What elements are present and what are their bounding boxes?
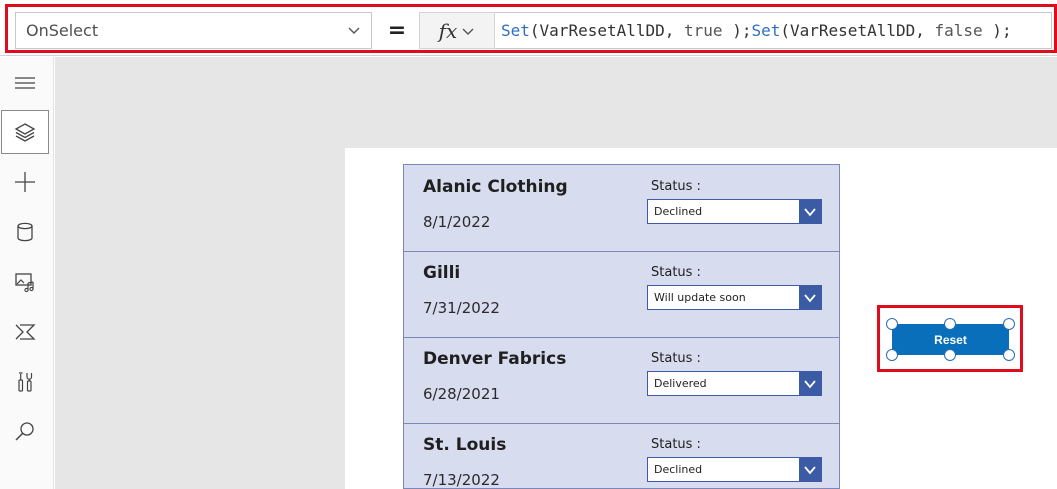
status-dropdown[interactable]: Declined — [647, 457, 822, 482]
resize-handle-top-left[interactable] — [886, 318, 898, 330]
formula-highlight-box — [5, 4, 1057, 53]
power-automate-icon — [15, 324, 36, 340]
status-dropdown[interactable]: Declined — [647, 199, 822, 224]
layers-icon — [14, 123, 36, 142]
gallery-row-title: Denver Fabrics — [423, 349, 567, 369]
data-button[interactable] — [0, 210, 50, 254]
chevron-down-icon — [804, 465, 816, 474]
dropdown-toggle[interactable] — [799, 200, 821, 223]
status-dropdown-value: Declined — [654, 205, 703, 218]
resize-handle-bottom-right[interactable] — [1003, 349, 1015, 361]
gallery-row-date: 7/31/2022 — [423, 299, 500, 317]
insert-button[interactable] — [0, 160, 50, 204]
gallery-row-title: Gilli — [423, 263, 461, 283]
search-button[interactable] — [0, 410, 50, 454]
resize-handle-top-right[interactable] — [1003, 318, 1015, 330]
database-icon — [17, 222, 33, 242]
hamburger-menu-icon — [15, 77, 35, 89]
chevron-down-icon — [804, 207, 816, 216]
status-dropdown[interactable]: Delivered — [647, 371, 822, 396]
gallery-row-title: Alanic Clothing — [423, 177, 568, 197]
gallery-row-title: St. Louis — [423, 435, 507, 455]
status-label: Status : — [651, 437, 701, 452]
status-dropdown[interactable]: Will update soon — [647, 285, 822, 310]
power-automate-button[interactable] — [0, 310, 50, 354]
chevron-down-icon — [804, 379, 816, 388]
gallery-row[interactable]: St. Louis 7/13/2022 Status : Declined — [404, 423, 839, 489]
advanced-tools-button[interactable] — [0, 360, 50, 404]
status-dropdown-value: Delivered — [654, 377, 707, 390]
resize-handle-bottom-left[interactable] — [886, 349, 898, 361]
gallery-row-date: 7/13/2022 — [423, 471, 500, 489]
formula-bar: OnSelect = fx Set (VarResetAllDD, true );… — [0, 0, 1057, 56]
media-icon — [15, 273, 34, 293]
status-label: Status : — [651, 179, 701, 194]
left-rail — [0, 57, 54, 489]
resize-handle-top[interactable] — [944, 318, 956, 330]
plus-icon — [15, 172, 35, 192]
dropdown-toggle[interactable] — [799, 286, 821, 309]
chevron-down-icon — [804, 293, 816, 302]
dropdown-toggle[interactable] — [799, 458, 821, 481]
gallery-row[interactable]: Denver Fabrics 6/28/2021 Status : Delive… — [404, 337, 839, 424]
search-icon — [15, 422, 34, 441]
dropdown-toggle[interactable] — [799, 372, 821, 395]
status-label: Status : — [651, 265, 701, 280]
status-dropdown-value: Declined — [654, 463, 703, 476]
status-label: Status : — [651, 351, 701, 366]
gallery-row[interactable]: Alanic Clothing 8/1/2022 Status : Declin… — [404, 165, 839, 252]
gallery-row-date: 6/28/2021 — [423, 385, 500, 403]
tree-view-button[interactable] — [1, 110, 49, 154]
status-dropdown-value: Will update soon — [654, 291, 746, 304]
media-button[interactable] — [0, 260, 50, 304]
resize-handle-bottom[interactable] — [944, 349, 956, 361]
hamburger-menu-button[interactable] — [0, 61, 50, 105]
tools-icon — [18, 372, 33, 392]
orders-gallery[interactable]: Alanic Clothing 8/1/2022 Status : Declin… — [403, 164, 840, 489]
gallery-row-date: 8/1/2022 — [423, 213, 491, 231]
gallery-row[interactable]: Gilli 7/31/2022 Status : Will update soo… — [404, 251, 839, 338]
